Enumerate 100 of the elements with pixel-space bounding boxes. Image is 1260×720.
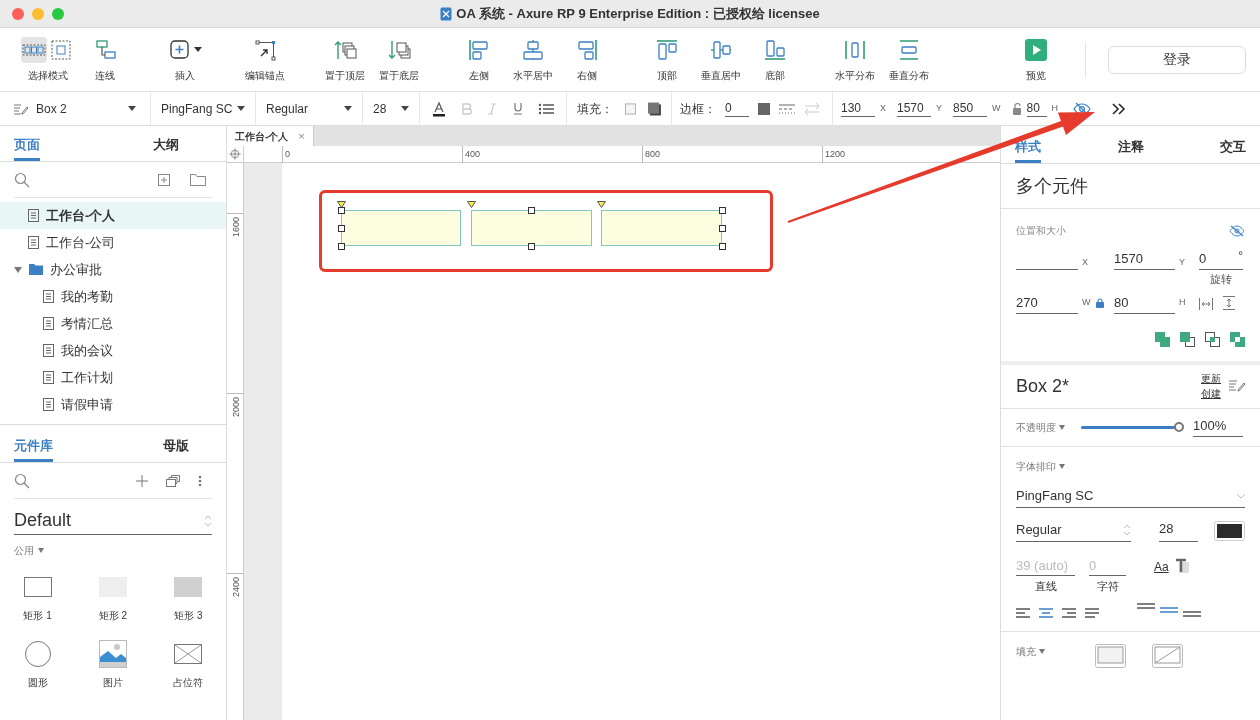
fit-height-icon[interactable]	[1223, 295, 1235, 310]
insert-icon[interactable]	[168, 38, 192, 62]
add-library-icon[interactable]	[136, 474, 148, 487]
connector-icon[interactable]	[93, 38, 117, 62]
align-middle-icon[interactable]	[709, 38, 733, 62]
geometry-field[interactable]: 80	[1026, 100, 1047, 117]
shadow-swatch[interactable]	[1152, 644, 1183, 668]
fill-color-swatch[interactable]	[625, 102, 637, 115]
more-icon[interactable]	[1112, 102, 1127, 115]
align-bottom-icon[interactable]	[763, 38, 787, 62]
font-size-dropdown[interactable]: 28	[373, 99, 397, 118]
rotation-field[interactable]: 0 °	[1199, 250, 1243, 270]
rectangle-icon[interactable]	[23, 577, 52, 597]
underline-icon[interactable]	[512, 102, 523, 115]
unlocked-icon[interactable]	[1011, 102, 1022, 115]
search-icon[interactable]	[14, 171, 30, 188]
edit-points-icon[interactable]	[253, 38, 277, 62]
justify-text-icon[interactable]	[1085, 608, 1099, 618]
panel-tab[interactable]: 交互	[1220, 136, 1246, 163]
selection-handle[interactable]	[528, 243, 535, 250]
edit-style-icon[interactable]	[1229, 379, 1245, 393]
text-case-button[interactable]: Aa	[1154, 557, 1169, 576]
preview-icon[interactable]	[1025, 39, 1047, 61]
page-item[interactable]: 考情汇总	[0, 310, 226, 337]
union-icon[interactable]	[1155, 331, 1170, 347]
selection-handle[interactable]	[719, 225, 726, 232]
style-link[interactable]: 创建	[1201, 386, 1221, 401]
panel-tab[interactable]: 母版	[139, 435, 212, 462]
bullet-list-icon[interactable]	[538, 102, 554, 115]
border-width-field[interactable]: 0	[725, 100, 749, 117]
caret-icon[interactable]	[401, 106, 409, 111]
opacity-field[interactable]: 100%	[1193, 417, 1243, 437]
selection-handle[interactable]	[338, 243, 345, 250]
text-color-swatch[interactable]	[1214, 520, 1245, 541]
height-field[interactable]: 80	[1114, 293, 1175, 314]
opacity-slider[interactable]	[1081, 421, 1181, 433]
intersect-icon[interactable]	[1205, 331, 1220, 347]
font-family-dropdown[interactable]: PingFang SC	[1016, 485, 1245, 508]
align-text-right-icon[interactable]	[1062, 608, 1076, 618]
caret-icon[interactable]	[237, 106, 245, 111]
align-text-center-icon[interactable]	[1039, 608, 1053, 618]
select-intersect-icon[interactable]	[21, 37, 47, 63]
page-item[interactable]: 工作台-个人	[0, 202, 226, 229]
close-tab-button[interactable]: ×	[298, 127, 305, 145]
exclude-icon[interactable]	[1230, 331, 1245, 347]
circle-icon[interactable]	[24, 641, 51, 667]
page-item[interactable]: 我的会议	[0, 337, 226, 364]
visibility-icon[interactable]	[1229, 224, 1245, 237]
panel-tab[interactable]: 元件库	[14, 435, 53, 462]
placeholder-icon[interactable]	[174, 644, 203, 664]
page-item[interactable]: 工作计划	[0, 364, 226, 391]
page-item[interactable]: 请假申请	[0, 391, 226, 418]
panel-tab[interactable]: 注释	[1117, 136, 1144, 163]
align-center-icon[interactable]	[521, 38, 545, 62]
geometry-field[interactable]: 1570	[897, 100, 931, 117]
page-item[interactable]: 工作台-公司	[0, 229, 226, 256]
line-style-icon[interactable]	[779, 103, 795, 114]
caret-icon[interactable]	[194, 47, 202, 53]
geometry-field[interactable]: 850	[953, 100, 988, 117]
selection-handle[interactable]	[338, 207, 345, 214]
geometry-field[interactable]: 130	[841, 100, 875, 117]
fill-color-swatch[interactable]	[1095, 644, 1126, 668]
lock-icon[interactable]	[1096, 297, 1104, 308]
text-shadow-icon[interactable]	[1174, 557, 1189, 574]
close-button[interactable]	[12, 8, 24, 20]
selection-handle[interactable]	[338, 225, 345, 232]
border-color-swatch[interactable]	[758, 102, 770, 115]
add-page-icon[interactable]	[158, 173, 170, 186]
shadow-icon[interactable]	[648, 101, 661, 116]
login-button[interactable]: 登录	[1108, 45, 1246, 74]
expand-toggle-icon[interactable]	[14, 265, 22, 274]
width-field[interactable]: 270	[1016, 293, 1078, 314]
libraries-icon[interactable]	[166, 474, 180, 487]
selection-handle[interactable]	[719, 243, 726, 250]
caret-icon[interactable]	[344, 106, 352, 111]
document-tab[interactable]: 工作台-个人 ×	[227, 126, 314, 146]
align-left-icon[interactable]	[467, 38, 491, 62]
more-options-icon[interactable]	[198, 474, 202, 487]
align-top-icon[interactable]	[655, 38, 679, 62]
style-link[interactable]: 更新	[1201, 371, 1221, 386]
fit-width-icon[interactable]	[1199, 297, 1213, 310]
font-style-dropdown[interactable]: Regular	[1016, 519, 1131, 542]
panel-tab[interactable]: 大纲	[126, 134, 206, 161]
distribute-horizontal-icon[interactable]	[843, 38, 867, 62]
font-style-dropdown[interactable]: Regular	[266, 99, 340, 118]
add-folder-icon[interactable]	[190, 173, 206, 186]
page-item[interactable]: 办公审批	[0, 256, 226, 283]
library-dropdown[interactable]: Default	[14, 507, 212, 535]
font-size-field[interactable]: 28	[1159, 519, 1198, 542]
subtract-icon[interactable]	[1180, 331, 1195, 347]
distribute-vertical-icon[interactable]	[897, 38, 921, 62]
align-right-icon[interactable]	[575, 38, 599, 62]
send-to-back-icon[interactable]	[387, 38, 411, 62]
text-color-icon[interactable]	[432, 100, 446, 117]
selection-handle[interactable]	[719, 207, 726, 214]
y-field[interactable]: 1570	[1114, 250, 1175, 270]
widget-name-field[interactable]: Box 2	[36, 99, 120, 118]
search-icon[interactable]	[14, 472, 30, 489]
page-item[interactable]: 我的考勤	[0, 283, 226, 310]
caret-icon[interactable]	[128, 106, 136, 111]
